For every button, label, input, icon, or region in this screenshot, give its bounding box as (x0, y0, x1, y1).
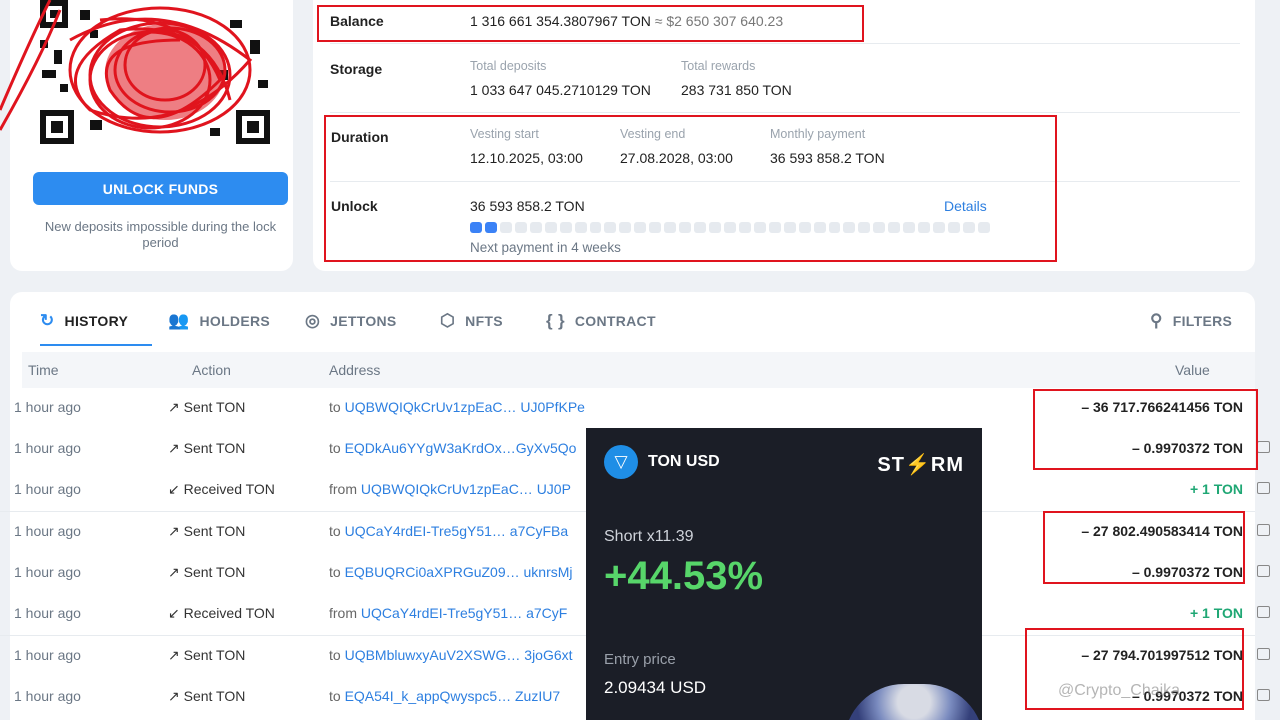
jettons-icon: ◎ (305, 311, 321, 330)
comment-icon[interactable] (1257, 441, 1270, 453)
row-action: ↙ Received TON (168, 605, 275, 621)
row-value: + 1 TON (1189, 605, 1243, 621)
row-time: 1 hour ago (14, 523, 81, 539)
col-time: Time (28, 362, 59, 378)
address-link[interactable]: UQBWQIQkCrUv1zpEaC… UJ0PfKPe (345, 399, 585, 415)
total-rewards-label: Total rewards (681, 59, 756, 73)
address-link[interactable]: UQBWQIQkCrUv1zpEaC… UJ0P (361, 481, 571, 497)
row-address: to EQBUQRCi0aXPRGuZ09… uknrsMj (329, 564, 573, 580)
row-address: to EQDkAu6YYgW3aKrdOx…GyXv5Qo (329, 440, 577, 456)
highlight-values-2 (1043, 511, 1245, 584)
row-address: to UQBMbluwxyAuV2XSWG… 3joG6xt (329, 647, 573, 663)
row-time: 1 hour ago (14, 399, 81, 415)
col-action: Action (192, 362, 231, 378)
row-action: ↗ Sent TON (168, 564, 246, 580)
comment-icon[interactable] (1257, 648, 1270, 660)
row-action: ↗ Sent TON (168, 440, 246, 456)
tab-holders[interactable]: 👥 HOLDERS (168, 296, 270, 346)
total-rewards-value: 283 731 850 TON (681, 82, 792, 98)
row-address: to UQBWQIQkCrUv1zpEaC… UJ0PfKPe (329, 399, 585, 415)
row-address: from UQBWQIQkCrUv1zpEaC… UJ0P (329, 481, 571, 497)
row-value: + 1 TON (1189, 481, 1243, 497)
bolt-icon: ⚡ (904, 454, 931, 476)
address-link[interactable]: UQCaY4rdEI-Tre5gY51… a7CyF (361, 605, 567, 621)
position-side: Short x11.39 (604, 528, 694, 545)
holders-icon: 👥 (168, 311, 190, 330)
row-address: to UQCaY4rdEI-Tre5gY51… a7CyFBa (329, 523, 569, 539)
row-action: ↙ Received TON (168, 481, 275, 497)
total-deposits-value: 1 033 647 045.2710129 TON (470, 82, 651, 98)
entry-price-label: Entry price (604, 651, 676, 668)
row-address: from UQCaY4rdEI-Tre5gY51… a7CyF (329, 605, 568, 621)
col-value: Value (1175, 362, 1210, 378)
mascot-image (844, 684, 982, 720)
trade-pair: TON USD (648, 453, 720, 470)
history-icon: ↻ (40, 311, 55, 330)
comment-icon[interactable] (1257, 689, 1270, 701)
storm-logo: ST⚡RM (877, 454, 964, 476)
storage-label: Storage (330, 61, 383, 77)
tab-jettons[interactable]: ◎ JETTONS (305, 296, 397, 346)
wallet-card: UNLOCK FUNDS New deposits impossible dur… (10, 0, 293, 271)
tab-contract[interactable]: { } CONTRACT (546, 296, 656, 346)
total-deposits-label: Total deposits (470, 59, 547, 73)
ton-logo-icon: ▽ (604, 445, 638, 479)
comment-icon[interactable] (1257, 606, 1270, 618)
watermark: @Crypto_Chaika (1058, 682, 1181, 699)
col-address: Address (329, 362, 381, 378)
row-action: ↗ Sent TON (168, 688, 246, 704)
row-time: 1 hour ago (14, 688, 81, 704)
unlock-note: New deposits impossible during the lock … (44, 219, 277, 250)
address-link[interactable]: EQA54I_k_appQwyspc5… ZuzIU7 (345, 688, 561, 704)
nfts-icon: ⬡ (440, 311, 456, 330)
comment-icon[interactable] (1257, 524, 1270, 536)
row-time: 1 hour ago (14, 481, 81, 497)
address-link[interactable]: EQBUQRCi0aXPRGuZ09… uknrsMj (345, 564, 573, 580)
tab-nfts[interactable]: ⬡ NFTS (440, 296, 503, 346)
tab-history[interactable]: ↻ HISTORY (40, 296, 152, 346)
row-action: ↗ Sent TON (168, 523, 246, 539)
unlock-funds-button[interactable]: UNLOCK FUNDS (33, 172, 288, 205)
comment-icon[interactable] (1257, 565, 1270, 577)
row-address: to EQA54I_k_appQwyspc5… ZuzIU7 (329, 688, 561, 704)
entry-price-value: 2.09434 USD (604, 678, 707, 697)
row-time: 1 hour ago (14, 605, 81, 621)
row-time: 1 hour ago (14, 647, 81, 663)
address-link[interactable]: EQDkAu6YYgW3aKrdOx…GyXv5Qo (345, 440, 577, 456)
row-time: 1 hour ago (14, 564, 81, 580)
comment-icon[interactable] (1257, 482, 1270, 494)
filters-icon: ⚲ (1150, 311, 1163, 330)
qr-code (30, 0, 282, 150)
pnl-percent: +44.53% (604, 554, 764, 598)
highlight-balance (317, 5, 864, 42)
trade-card-overlay: ▽ TON USD ST⚡RM Short x11.39 +44.53% Ent… (586, 428, 982, 720)
row-action: ↗ Sent TON (168, 399, 246, 415)
highlight-values-1 (1033, 389, 1258, 470)
address-link[interactable]: UQCaY4rdEI-Tre5gY51… a7CyFBa (345, 523, 569, 539)
contract-icon: { } (546, 311, 565, 330)
row-time: 1 hour ago (14, 440, 81, 456)
address-link[interactable]: UQBMbluwxyAuV2XSWG… 3joG6xt (345, 647, 573, 663)
filters-button[interactable]: ⚲ FILTERS (1150, 296, 1232, 346)
row-action: ↗ Sent TON (168, 647, 246, 663)
highlight-vesting (324, 115, 1057, 262)
